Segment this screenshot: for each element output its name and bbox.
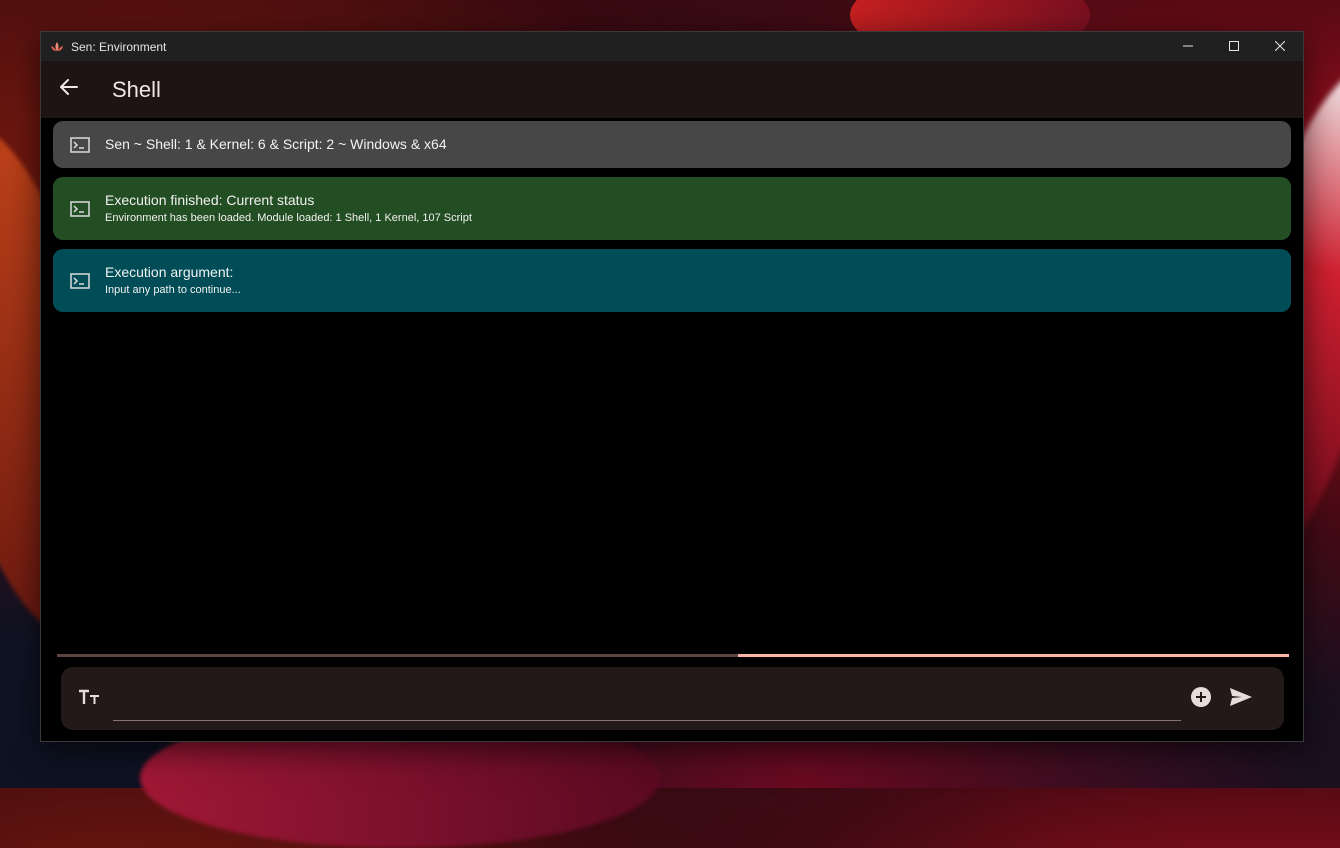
argument-input[interactable]: [113, 681, 1181, 721]
lotus-icon: [49, 39, 65, 55]
text-size-button[interactable]: [77, 687, 101, 711]
message-card[interactable]: Execution argument: Input any path to co…: [53, 249, 1291, 312]
terminal-icon: [69, 198, 91, 220]
message-title: Sen ~ Shell: 1 & Kernel: 6 & Script: 2 ~…: [105, 136, 447, 152]
add-circle-icon: [1190, 686, 1212, 713]
maximize-button[interactable]: [1211, 32, 1257, 61]
title-bar[interactable]: Sen: Environment: [41, 32, 1303, 61]
message-title: Execution finished: Current status: [105, 192, 315, 208]
terminal-icon: [69, 134, 91, 156]
back-button[interactable]: [49, 70, 89, 110]
page-title: Shell: [112, 76, 161, 102]
app-window: Sen: Environment Shell Sen ~ Shell: 1 & …: [40, 31, 1304, 742]
message-subtitle: Environment has been loaded. Module load…: [105, 212, 472, 224]
progress-indicator: [738, 654, 1289, 657]
message-subtitle: Input any path to continue...: [105, 284, 241, 296]
send-button[interactable]: [1228, 686, 1254, 712]
message-list: Sen ~ Shell: 1 & Kernel: 6 & Script: 2 ~…: [41, 118, 1303, 312]
text-size-icon: [78, 689, 100, 710]
progress-bar: [57, 654, 1289, 657]
arrow-left-icon: [60, 79, 78, 100]
minimize-button[interactable]: [1165, 32, 1211, 61]
window-title: Sen: Environment: [71, 39, 167, 54]
minimize-icon: [1183, 40, 1193, 54]
message-card[interactable]: Execution finished: Current status Envir…: [53, 177, 1291, 240]
send-icon: [1229, 687, 1253, 712]
close-icon: [1274, 40, 1286, 54]
terminal-icon: [69, 270, 91, 292]
maximize-icon: [1229, 40, 1239, 54]
message-title: Execution argument:: [105, 264, 234, 280]
app-bar: Shell: [41, 61, 1303, 118]
composer-bar: [61, 667, 1284, 730]
add-button[interactable]: [1188, 686, 1214, 712]
message-card[interactable]: Sen ~ Shell: 1 & Kernel: 6 & Script: 2 ~…: [53, 121, 1291, 168]
close-button[interactable]: [1257, 32, 1303, 61]
